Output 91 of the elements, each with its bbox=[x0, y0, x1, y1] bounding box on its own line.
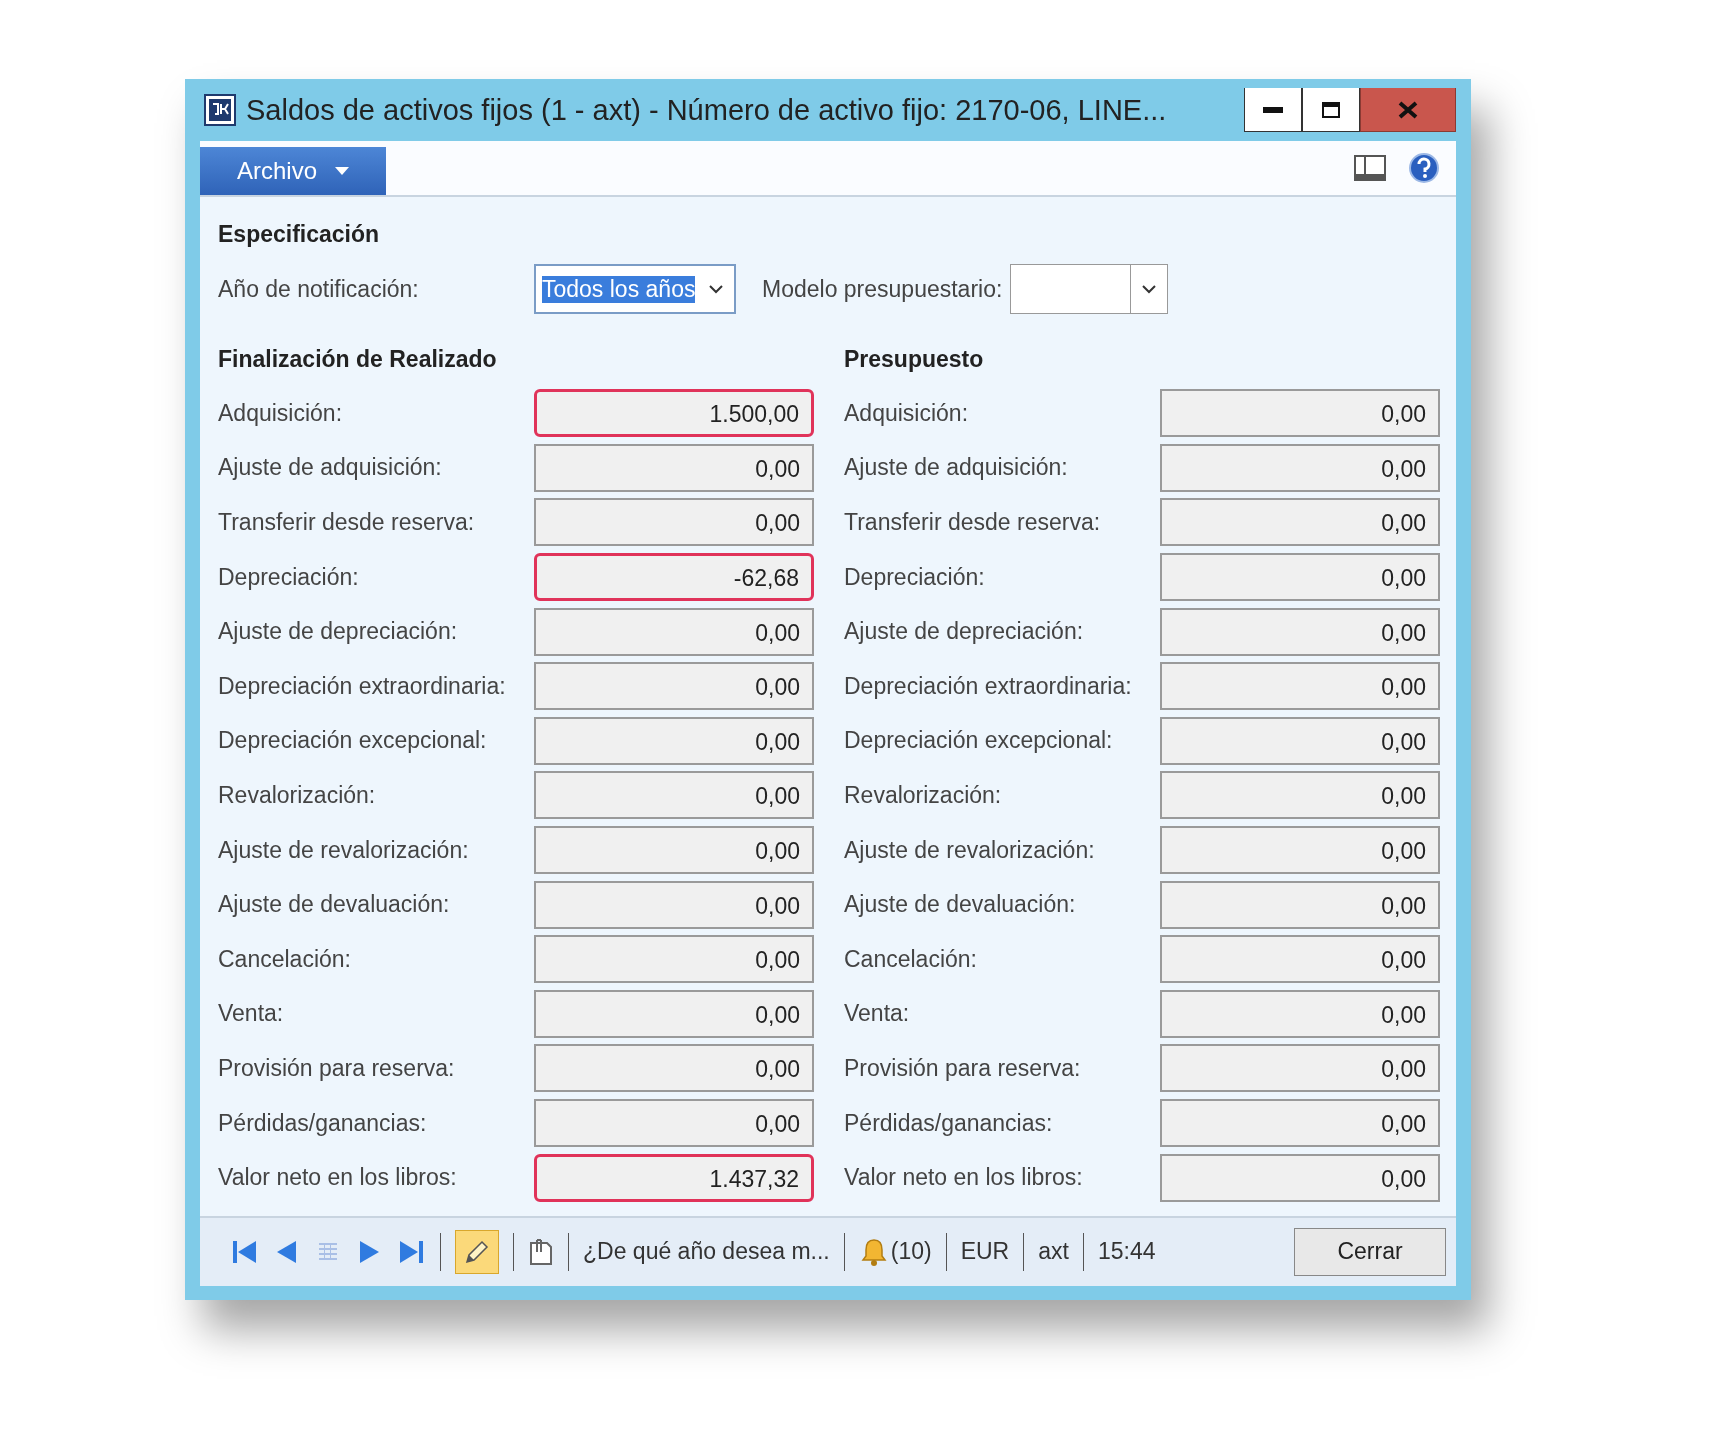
amount-field: 0,00 bbox=[1160, 826, 1440, 875]
section-heading: Finalización de Realizado bbox=[218, 346, 498, 373]
amount-field: 0,00 bbox=[1160, 1044, 1440, 1093]
field-label: Depreciación: bbox=[844, 563, 986, 591]
field-label: Ajuste de revalorización: bbox=[844, 836, 1096, 864]
field-label: Depreciación extraordinaria: bbox=[218, 672, 507, 700]
field-label: Pérdidas/ganancias: bbox=[218, 1109, 428, 1137]
amount-field: 0,00 bbox=[1160, 553, 1440, 602]
amount-field: 0,00 bbox=[1160, 662, 1440, 711]
close-icon bbox=[1398, 100, 1418, 119]
amount-field: 0,00 bbox=[534, 1099, 814, 1147]
field-label: Pérdidas/ganancias: bbox=[844, 1109, 1054, 1137]
app-icon bbox=[204, 94, 236, 126]
amount-field: 0,00 bbox=[1160, 1153, 1440, 1202]
field-label: Valor neto en los libros: bbox=[218, 1164, 458, 1192]
field-label: Provisión para reserva: bbox=[844, 1054, 1082, 1082]
field-label: Ajuste de devaluación: bbox=[844, 891, 1077, 919]
field-label: Venta: bbox=[844, 1000, 911, 1028]
amount-field: 0,00 bbox=[534, 989, 814, 1038]
caret-icon bbox=[335, 167, 349, 175]
field-label: Ajuste de depreciación: bbox=[218, 618, 459, 646]
field-label: Adquisición: bbox=[218, 399, 344, 427]
panel-layout-icon[interactable] bbox=[1354, 155, 1386, 181]
close-form-button[interactable]: Cerrar bbox=[1294, 1227, 1446, 1276]
field-label: Año de notificación: bbox=[218, 275, 420, 303]
minimize-button[interactable] bbox=[1244, 88, 1302, 132]
amount-field: 0,00 bbox=[534, 880, 814, 929]
amount-field: 1.500,00 bbox=[534, 389, 814, 438]
field-label: Depreciación excepcional: bbox=[844, 727, 1114, 755]
field-label: Depreciación extraordinaria: bbox=[844, 672, 1133, 700]
edit-mode-button[interactable] bbox=[455, 1229, 499, 1274]
first-record-icon[interactable] bbox=[230, 1238, 258, 1265]
amount-field: 0,00 bbox=[534, 443, 814, 492]
amount-field: 0,00 bbox=[1160, 1099, 1440, 1147]
amount-field: 0,00 bbox=[1160, 771, 1440, 820]
field-label: Revalorización: bbox=[844, 781, 1003, 809]
last-record-icon[interactable] bbox=[398, 1238, 426, 1265]
amount-field: 0,00 bbox=[1160, 989, 1440, 1038]
amount-field: 0,00 bbox=[1160, 607, 1440, 656]
field-label: Ajuste de revalorización: bbox=[218, 836, 470, 864]
field-label: Transferir desde reserva: bbox=[218, 509, 476, 536]
amount-field: 0,00 bbox=[1160, 389, 1440, 438]
file-menu-button[interactable]: Archivo bbox=[200, 147, 386, 195]
field-label: Revalorización: bbox=[218, 781, 377, 809]
amount-field: 0,00 bbox=[534, 771, 814, 820]
amount-field: 0,00 bbox=[1160, 443, 1440, 492]
amount-field: 0,00 bbox=[534, 1044, 814, 1093]
amount-field: 0,00 bbox=[534, 826, 814, 875]
amount-field: 0,00 bbox=[534, 498, 814, 547]
year-dropdown[interactable]: Todos los años bbox=[534, 264, 736, 314]
field-label: Cancelación: bbox=[844, 945, 978, 973]
amount-field: 0,00 bbox=[1160, 880, 1440, 929]
field-label: Ajuste de adquisición: bbox=[218, 454, 443, 482]
field-label: Ajuste de devaluación: bbox=[218, 891, 451, 919]
section-heading: Especificación bbox=[218, 221, 381, 248]
chevron-down-icon bbox=[709, 284, 723, 294]
field-label: Depreciación: bbox=[218, 563, 360, 591]
amount-field: 0,00 bbox=[1160, 716, 1440, 765]
field-label: Ajuste de adquisición: bbox=[844, 454, 1069, 482]
field-label: Depreciación excepcional: bbox=[218, 727, 488, 755]
amount-field: 0,00 bbox=[534, 716, 814, 765]
attachment-icon[interactable] bbox=[528, 1237, 554, 1266]
company-label: axt bbox=[1038, 1238, 1069, 1266]
section-heading: Presupuesto bbox=[844, 346, 985, 373]
field-label: Provisión para reserva: bbox=[218, 1054, 456, 1082]
maximize-icon bbox=[1322, 101, 1340, 118]
amount-field: 0,00 bbox=[534, 662, 814, 711]
field-label: Ajuste de depreciación: bbox=[844, 618, 1085, 646]
amount-field: -62,68 bbox=[534, 553, 814, 602]
notification-count[interactable]: (10) bbox=[890, 1238, 932, 1266]
amount-field: 0,00 bbox=[534, 935, 814, 984]
budget-model-dropdown[interactable] bbox=[1010, 264, 1169, 314]
amount-field: 0,00 bbox=[1160, 498, 1440, 547]
field-label: Valor neto en los libros: bbox=[844, 1164, 1084, 1192]
amount-field: 0,00 bbox=[1160, 935, 1440, 984]
field-label: Venta: bbox=[218, 1000, 285, 1028]
amount-field: 0,00 bbox=[534, 607, 814, 656]
field-label: Modelo presupuestario: bbox=[762, 275, 1003, 303]
amount-field: 1.437,32 bbox=[534, 1153, 814, 1202]
field-label: Transferir desde reserva: bbox=[844, 509, 1102, 536]
time-label: 15:44 bbox=[1097, 1238, 1156, 1266]
window-title: Saldos de activos fijos (1 - axt) - Número de activo fijo: 2170-06, LINE... bbox=[246, 93, 1168, 127]
close-button[interactable] bbox=[1360, 88, 1456, 132]
currency-label: EUR bbox=[960, 1238, 1010, 1266]
field-label: Adquisición: bbox=[844, 399, 970, 427]
field-label: Cancelación: bbox=[218, 945, 352, 973]
status-message: ¿De qué año desea m... bbox=[583, 1238, 830, 1266]
help-icon[interactable] bbox=[1408, 152, 1440, 184]
chevron-down-icon bbox=[1142, 284, 1157, 294]
minimize-icon bbox=[1263, 106, 1283, 113]
maximize-button[interactable] bbox=[1302, 88, 1360, 132]
